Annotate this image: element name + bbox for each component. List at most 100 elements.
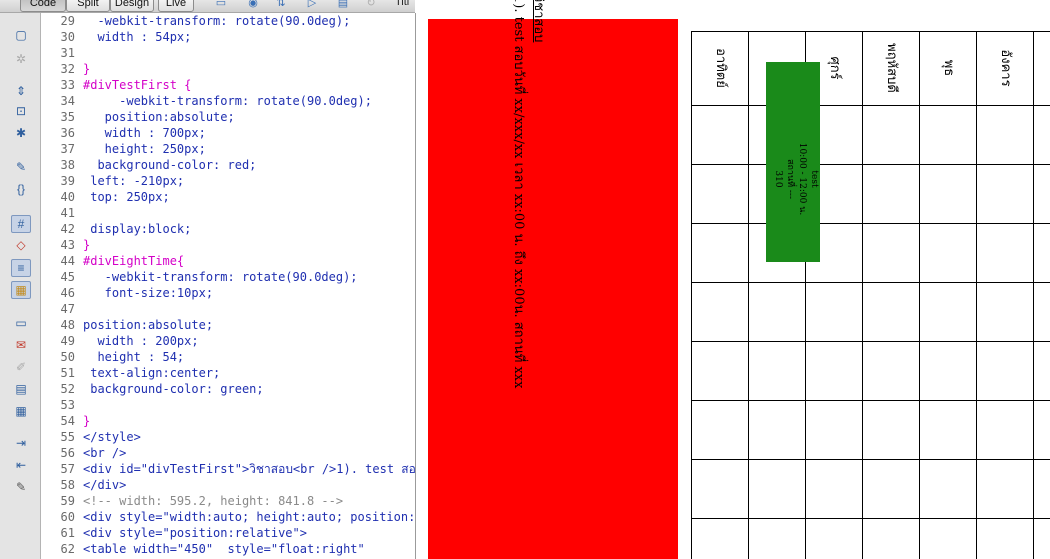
outdent-icon[interactable]: ⇥	[12, 435, 30, 451]
code-line[interactable]: 41	[41, 205, 415, 221]
line-number: 49	[60, 334, 75, 348]
refresh-icon[interactable]: ↻	[362, 0, 380, 10]
code-line[interactable]: 59 <!-- width: 595.2, height: 841.8 -->	[41, 493, 415, 509]
code-line[interactable]: 48 position:absolute;	[41, 317, 415, 333]
indent-icon[interactable]: ▦	[12, 403, 30, 419]
code-text: #divTestFirst {	[83, 78, 192, 92]
collapse-icon[interactable]: ✲	[12, 51, 30, 67]
word-wrap-icon[interactable]: ◇	[12, 237, 30, 253]
open-documents-icon[interactable]: ▢	[12, 27, 30, 43]
visual-aids-icon[interactable]: ▤	[334, 0, 352, 10]
code-line[interactable]: 51 text-align:center;	[41, 365, 415, 381]
line-number: 58	[60, 478, 75, 492]
table-column-border	[976, 31, 977, 559]
recent-snippets-icon[interactable]: ✐	[12, 359, 30, 375]
syntax-coloring-icon[interactable]: #	[11, 215, 31, 233]
code-line[interactable]: 49 width : 200px;	[41, 333, 415, 349]
code-line[interactable]: 47	[41, 301, 415, 317]
design-view-button[interactable]: Design	[110, 0, 154, 12]
code-line[interactable]: 36 width : 700px;	[41, 125, 415, 141]
code-line[interactable]: 46 font-size:10px;	[41, 285, 415, 301]
design-preview: วิชาสอบ 1). test สอบวันที่ xx/xxx/xx เวล…	[416, 0, 1050, 559]
info-icon[interactable]: ≡	[11, 259, 31, 277]
line-number: 43	[60, 238, 75, 252]
code-line[interactable]: 53	[41, 397, 415, 413]
line-number: 60	[60, 510, 75, 524]
select-parent-icon[interactable]: ⊡	[12, 103, 30, 119]
split-view-button[interactable]: Split	[66, 0, 110, 12]
code-view-button[interactable]: Code	[20, 0, 66, 12]
code-line[interactable]: 52 background-color: green;	[41, 381, 415, 397]
code-text: position:absolute;	[83, 318, 214, 332]
code-line[interactable]: 38 background-color: red;	[41, 157, 415, 173]
line-number: 51	[60, 366, 75, 380]
code-text: <br />	[83, 446, 127, 460]
line-number: 53	[60, 398, 75, 412]
code-line[interactable]: 55 </style>	[41, 429, 415, 445]
table-row-border	[691, 400, 1050, 401]
code-line[interactable]: 54}	[41, 413, 415, 429]
line-number: 38	[60, 158, 75, 172]
code-line[interactable]: 45 -webkit-transform: rotate(90.0deg);	[41, 269, 415, 285]
apply-comment-icon[interactable]: ▦	[11, 281, 31, 299]
code-line[interactable]: 61 <div style="position:relative">	[41, 525, 415, 541]
code-line[interactable]: 29 -webkit-transform: rotate(90.0deg);	[41, 13, 415, 29]
day-header: พฤหัสบดี	[883, 43, 899, 93]
day-header: พุธ	[940, 59, 956, 77]
multiscreen-icon[interactable]: ▭	[212, 0, 230, 10]
code-line[interactable]: 31	[41, 45, 415, 61]
code-text: top: 250px;	[83, 190, 170, 204]
code-line[interactable]: 33 #divTestFirst {	[41, 77, 415, 93]
code-line[interactable]: 43}	[41, 237, 415, 253]
code-line[interactable]: 57 <div id="divTestFirst">วิชาสอบ<br />1)…	[41, 461, 415, 477]
code-text: }	[83, 414, 91, 428]
line-number: 37	[60, 142, 75, 156]
code-line[interactable]: 50 height : 54;	[41, 349, 415, 365]
code-text: display:block;	[83, 222, 192, 236]
code-text: <div style="width:auto; height:auto; pos…	[83, 510, 416, 524]
preview-browser-icon[interactable]: ◉	[244, 0, 262, 10]
line-number: 45	[60, 270, 75, 284]
code-line[interactable]: 40 top: 250px;	[41, 189, 415, 205]
code-text: width : 200px;	[83, 334, 199, 348]
highlight-invalid-icon[interactable]: {}	[12, 181, 30, 197]
code-line[interactable]: 42 display:block;	[41, 221, 415, 237]
code-line[interactable]: 30 width : 54px;	[41, 29, 415, 45]
exam-info-text: วิชาสอบ 1). test สอบวันที่ xx/xxx/xx เวล…	[468, 0, 548, 555]
check-browser-icon[interactable]: ▷	[303, 0, 321, 10]
code-line[interactable]: 34 -webkit-transform: rotate(90.0deg);	[41, 93, 415, 109]
table-row-border	[691, 223, 1050, 224]
expand-tag-icon[interactable]: ⇕	[12, 83, 30, 99]
line-number: 62	[60, 542, 75, 556]
line-number: 31	[60, 46, 75, 60]
file-management-icon[interactable]: ⇅	[272, 0, 290, 10]
code-line[interactable]: 62 <table width="450" style="float:right"	[41, 541, 415, 557]
code-line[interactable]: 56 <br />	[41, 445, 415, 461]
code-line[interactable]: 37 height: 250px;	[41, 141, 415, 157]
code-editor[interactable]: 29 -webkit-transform: rotate(90.0deg); 30…	[41, 13, 416, 559]
line-numbers-icon[interactable]: ✎	[12, 159, 30, 175]
line-number: 36	[60, 126, 75, 140]
code-line[interactable]: 58 </div>	[41, 477, 415, 493]
line-number: 41	[60, 206, 75, 220]
remove-comment-icon[interactable]: ▭	[12, 315, 30, 331]
live-view-button[interactable]: Live	[158, 0, 194, 12]
line-number: 52	[60, 382, 75, 396]
move-css-icon[interactable]: ▤	[12, 381, 30, 397]
code-line[interactable]: 35 position:absolute;	[41, 109, 415, 125]
table-column-border	[1033, 31, 1034, 559]
balance-braces-icon[interactable]: ✱	[12, 125, 30, 141]
wrap-tag-icon[interactable]: ✉	[12, 337, 30, 353]
code-line[interactable]: 32}	[41, 61, 415, 77]
code-text: -webkit-transform: rotate(90.0deg);	[83, 270, 358, 284]
code-text: left: -210px;	[83, 174, 185, 188]
format-source-tool-icon[interactable]: ✎	[12, 479, 30, 495]
code-line[interactable]: 39 left: -210px;	[41, 173, 415, 189]
code-text: }	[83, 238, 91, 252]
code-line[interactable]: 60 <div style="width:auto; height:auto; p…	[41, 509, 415, 525]
code-text: <div id="divTestFirst">วิชาสอบ<br />1). …	[83, 462, 416, 476]
format-source-icon[interactable]: ⇤	[12, 457, 30, 473]
code-line[interactable]: 44 #divEightTime{	[41, 253, 415, 269]
code-text: }	[83, 62, 91, 76]
line-number: 39	[60, 174, 75, 188]
